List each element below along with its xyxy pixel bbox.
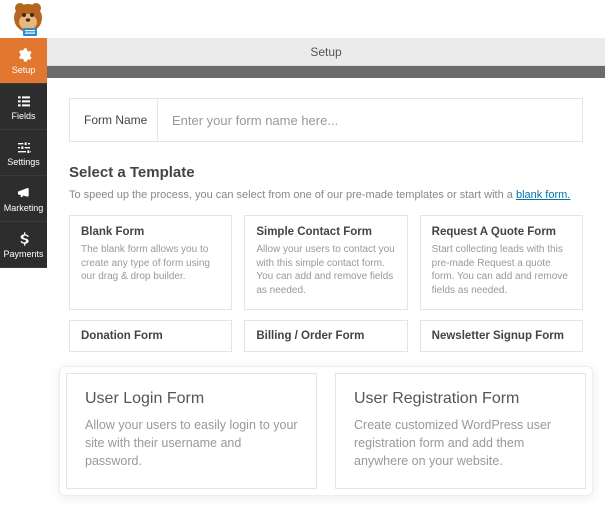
template-request-quote-form[interactable]: Request A Quote Form Start collecting le… [420, 215, 583, 310]
sidebar-item-label: Setup [12, 65, 36, 75]
mascot-logo [8, 0, 48, 38]
sidebar-item-setup[interactable]: Setup [0, 38, 47, 84]
template-billing-order-form[interactable]: Billing / Order Form [244, 320, 407, 352]
graybar [47, 66, 605, 78]
sidebar: Setup Fields Settings Marketing Payments [0, 38, 47, 268]
template-title: Request A Quote Form [432, 226, 571, 238]
template-title: Donation Form [81, 330, 220, 342]
topbar-title: Setup [310, 45, 341, 59]
template-title: Newsletter Signup Form [432, 330, 571, 342]
form-name-row: Form Name [69, 98, 583, 142]
template-row-2: Donation Form Billing / Order Form Newsl… [69, 320, 583, 352]
sidebar-item-label: Settings [7, 157, 40, 167]
template-row-1: Blank Form The blank form allows you to … [69, 215, 583, 310]
template-desc: Allow your users to contact you with thi… [256, 243, 395, 297]
template-title: Blank Form [81, 226, 220, 238]
list-icon [16, 93, 32, 109]
select-template-sub-text: To speed up the process, you can select … [69, 189, 516, 201]
template-donation-form[interactable]: Donation Form [69, 320, 232, 352]
dollar-icon [16, 231, 32, 247]
sidebar-item-payments[interactable]: Payments [0, 222, 47, 268]
form-name-input[interactable] [158, 99, 582, 141]
template-title: Simple Contact Form [256, 226, 395, 238]
form-name-label: Form Name [70, 99, 158, 141]
bullhorn-icon [16, 185, 32, 201]
template-title: User Registration Form [354, 390, 567, 408]
sliders-icon [16, 139, 32, 155]
template-title: Billing / Order Form [256, 330, 395, 342]
template-blank-form[interactable]: Blank Form The blank form allows you to … [69, 215, 232, 310]
template-desc: Allow your users to easily login to your… [85, 416, 298, 470]
select-template-sub: To speed up the process, you can select … [69, 189, 583, 201]
template-desc: Start collecting leads with this pre-mad… [432, 243, 571, 297]
sidebar-item-label: Marketing [4, 203, 44, 213]
template-user-registration-form[interactable]: User Registration Form Create customized… [335, 373, 586, 489]
blank-form-link[interactable]: blank form. [516, 189, 570, 201]
template-desc: The blank form allows you to create any … [81, 243, 220, 284]
sidebar-item-label: Fields [11, 111, 35, 121]
sidebar-item-settings[interactable]: Settings [0, 130, 47, 176]
template-newsletter-signup-form[interactable]: Newsletter Signup Form [420, 320, 583, 352]
template-desc: Create customized WordPress user registr… [354, 416, 567, 470]
sidebar-item-marketing[interactable]: Marketing [0, 176, 47, 222]
sidebar-item-label: Payments [3, 249, 43, 259]
template-user-login-form[interactable]: User Login Form Allow your users to easi… [66, 373, 317, 489]
main: Form Name Select a Template To speed up … [47, 78, 605, 496]
gear-icon [16, 47, 32, 63]
template-row-highlighted: User Login Form Allow your users to easi… [59, 366, 593, 496]
sidebar-item-fields[interactable]: Fields [0, 84, 47, 130]
topbar: Setup [47, 38, 605, 66]
template-title: User Login Form [85, 390, 298, 408]
template-simple-contact-form[interactable]: Simple Contact Form Allow your users to … [244, 215, 407, 310]
select-template-heading: Select a Template [69, 164, 583, 181]
